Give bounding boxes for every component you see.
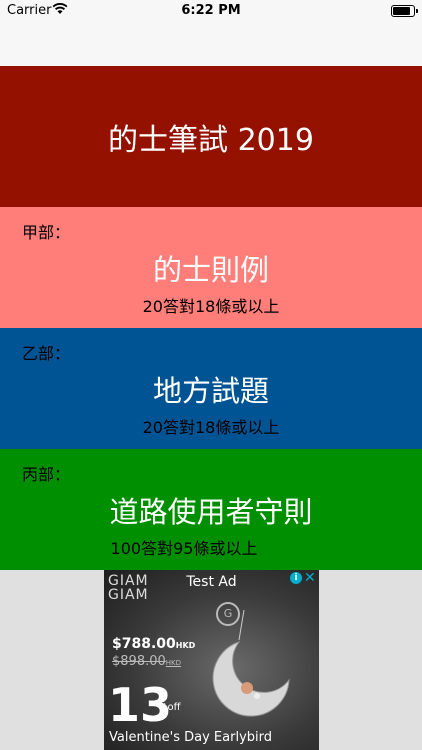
ad-brand-line: GIAM bbox=[108, 587, 149, 603]
app-title: 的士筆試 2019 bbox=[108, 122, 314, 158]
section-part-c-button[interactable]: 丙部： 道路使用者守則 100答對95條或以上 bbox=[0, 449, 422, 570]
price-currency: HKD bbox=[175, 641, 196, 650]
section-subtitle: 100答對95條或以上 bbox=[110, 539, 258, 558]
navigation-bar bbox=[0, 22, 422, 66]
section-subtitle: 20答對18條或以上 bbox=[142, 418, 280, 437]
ad-label: Test Ad bbox=[186, 574, 237, 590]
pendant-image bbox=[212, 610, 290, 717]
close-icon[interactable]: ✕ bbox=[304, 570, 316, 586]
section-label: 乙部： bbox=[22, 344, 71, 363]
old-price-currency: HKD bbox=[165, 659, 182, 667]
section-part-a-button[interactable]: 甲部： 的士則例 20答對18條或以上 bbox=[0, 207, 422, 328]
ad-discount-suffix: %off bbox=[158, 702, 181, 713]
old-price-value: $898.00 bbox=[112, 654, 166, 669]
ad-banner[interactable]: GIAM GIAM Test Ad i ✕ G $788.00HKD $898.… bbox=[104, 570, 319, 750]
ad-old-price: $898.00HKD bbox=[112, 654, 181, 669]
section-part-b-button[interactable]: 乙部： 地方試題 20答對18條或以上 bbox=[0, 328, 422, 449]
ad-offer-text: Valentine's Day Earlybird bbox=[109, 730, 272, 745]
price-value: $788.00 bbox=[112, 636, 176, 652]
clock: 6:22 PM bbox=[181, 3, 241, 18]
section-subtitle: 20答對18條或以上 bbox=[142, 297, 280, 316]
battery-icon bbox=[391, 5, 418, 17]
app-title-banner: 的士筆試 2019 bbox=[0, 66, 422, 207]
section-title: 地方試題 bbox=[152, 374, 269, 408]
status-bar: Carrier 6:22 PM bbox=[0, 0, 422, 22]
section-label: 甲部： bbox=[22, 223, 71, 242]
section-label: 丙部： bbox=[22, 465, 71, 484]
section-title: 的士則例 bbox=[152, 253, 269, 287]
section-title: 道路使用者守則 bbox=[109, 495, 313, 529]
info-icon[interactable]: i bbox=[290, 572, 302, 584]
ad-price: $788.00HKD bbox=[112, 636, 195, 652]
